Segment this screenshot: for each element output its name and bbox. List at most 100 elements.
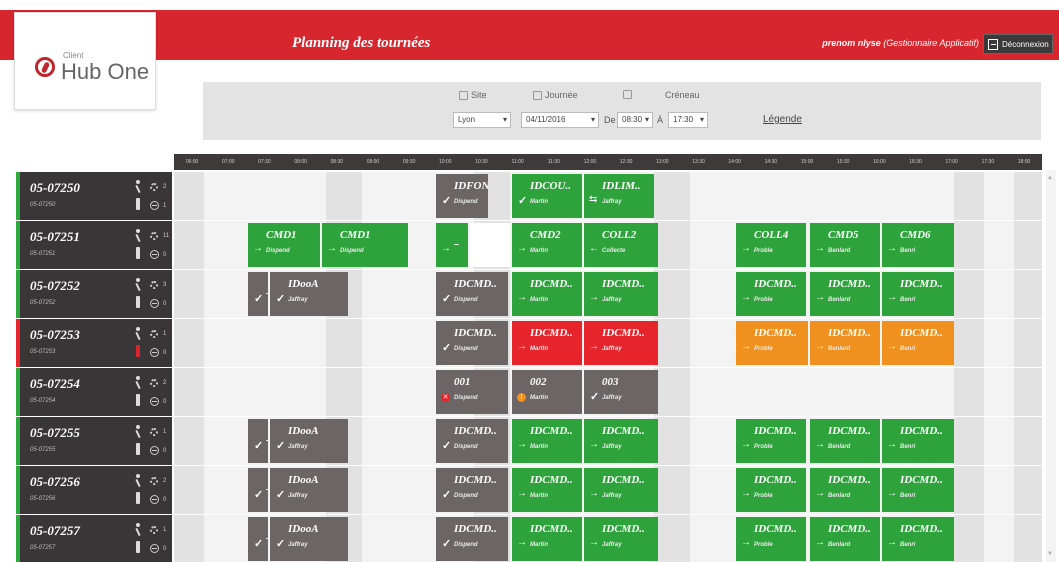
timeline-track: ✓–✓IDooAJaffray ✓IDCMD..Dispend→IDCMD..Ma… <box>174 466 1042 514</box>
delivery-task[interactable]: ← COLL2 Collecte <box>584 223 658 267</box>
scroll-up-icon[interactable]: ▲ <box>1047 175 1053 181</box>
delivery-task[interactable]: → IDCMD.. Martin <box>512 468 582 512</box>
arrow-right-icon: → <box>589 537 599 548</box>
task-owner: Jaffray <box>288 297 308 303</box>
vehicle-subtitle: 05-07251 <box>30 251 56 257</box>
delivery-task[interactable]: → IDCMD.. Benlard <box>810 321 880 365</box>
arrow-right-icon: → <box>887 488 897 499</box>
hour-band <box>1014 515 1042 562</box>
delivery-task[interactable]: ✓– <box>248 419 268 463</box>
delivery-task[interactable]: → IDCMD.. Jaffray <box>584 419 658 463</box>
delivery-task[interactable]: ✓ IDooA Jaffray <box>270 272 348 316</box>
timeline-slot: 11:30 <box>547 159 560 165</box>
delivery-task[interactable]: ✓ IDCMD.. Dispend <box>436 419 508 463</box>
delivery-task[interactable]: → COLL4 Proble <box>736 223 806 267</box>
vertical-scrollbar[interactable]: ▲ ▼ <box>1046 170 1056 562</box>
delivery-task[interactable]: ✓IDFON.. Dispend <box>436 174 488 218</box>
hour-band <box>1014 319 1042 367</box>
date-select[interactable]: 04/11/2016 <box>521 112 599 128</box>
delivery-task[interactable]: → IDCMD.. Martin <box>512 419 582 463</box>
delivery-task[interactable]: ✓ 003 Jaffray <box>584 370 658 414</box>
delivery-task[interactable]: → IDCMD.. Benri <box>882 468 954 512</box>
timeline-slot: 12:30 <box>619 159 633 165</box>
delivery-task[interactable]: → IDCMD.. Jaffray <box>584 272 658 316</box>
to-time-select[interactable]: 17:30 <box>668 112 708 128</box>
delivery-task[interactable]: → CMD2 Martin <box>512 223 582 267</box>
delivery-task[interactable]: ✓ IDooA Jaffray <box>270 419 348 463</box>
delivery-task[interactable]: → IDCMD.. Benri <box>882 272 954 316</box>
hour-band <box>954 221 984 269</box>
delivery-task[interactable]: ⇆ IDLIM.. Jaffray <box>584 174 654 218</box>
delivery-task[interactable]: → – <box>436 223 468 267</box>
delivery-task[interactable]: → CMD1 Dispend <box>248 223 320 267</box>
vehicle-card[interactable]: 05-07255 05-07255 1 0 <box>16 417 172 465</box>
delivery-task[interactable]: → CMD1 Dispend <box>322 223 408 267</box>
calendar-grid-icon <box>623 90 632 99</box>
task-owner: Jaffray <box>602 395 622 401</box>
vehicle-card[interactable]: 05-07251 05-07251 11 0 <box>16 221 172 269</box>
task-name: CMD1 <box>266 229 297 241</box>
vehicle-card[interactable]: 05-07254 05-07254 2 0 <box>16 368 172 416</box>
filter-controls: Lyon 04/11/2016 De 08:30 À 17:30 Légende <box>203 112 1041 130</box>
delivery-task[interactable]: → IDCMD.. Proble <box>736 321 808 365</box>
delivery-task[interactable]: ✓– <box>248 468 268 512</box>
delivery-task[interactable]: → IDCMD.. Benlard <box>810 272 880 316</box>
vehicle-card[interactable]: 05-07256 05-07256 2 0 <box>16 466 172 514</box>
delivery-task[interactable]: ✓ IDooA Jaffray <box>270 468 348 512</box>
vehicle-card[interactable]: 05-07257 05-07257 1 0 <box>16 515 172 562</box>
delivery-task[interactable]: → IDCMD.. Benlard <box>810 468 880 512</box>
delivery-task[interactable]: ✓ IDCMD.. Dispend <box>436 272 508 316</box>
delivery-task[interactable]: ! 002 Martin <box>512 370 582 414</box>
vehicle-card[interactable]: 05-07252 05-07252 3 0 <box>16 270 172 318</box>
scroll-down-icon[interactable]: ▼ <box>1047 551 1053 557</box>
delivery-task[interactable]: → IDCMD.. Proble <box>736 419 806 463</box>
timeline-track: ✓–✓IDooAJaffray ✓IDCMD..Dispend→IDCMD..Ma… <box>174 417 1042 465</box>
delivery-task[interactable]: → IDCMD.. Proble <box>736 468 806 512</box>
incident-count: 0 <box>163 350 167 356</box>
delivery-task[interactable]: ✓ IDCMD.. Dispend <box>436 321 508 365</box>
delivery-task[interactable]: → IDCMD.. Proble <box>736 272 806 316</box>
delivery-task[interactable]: → IDCMD.. Martin <box>512 517 582 561</box>
delivery-task[interactable]: → IDCMD.. Jaffray <box>584 321 658 365</box>
arrow-right-icon: → <box>815 341 825 352</box>
vehicle-icons: 20 <box>128 375 172 411</box>
delivery-task[interactable]: ✓ IDCMD.. Dispend <box>436 468 508 512</box>
vehicle-subtitle: 05-07257 <box>30 545 56 551</box>
incident-count: 0 <box>163 301 167 307</box>
delivery-task[interactable]: ✓– <box>248 517 268 561</box>
site-select[interactable]: Lyon <box>453 112 511 128</box>
delivery-task[interactable]: → CMD5 Benlard <box>810 223 880 267</box>
hubone-logo-icon <box>35 57 55 77</box>
logout-button[interactable]: Déconnexion <box>983 34 1053 54</box>
delivery-task[interactable]: → IDCMD.. Benri <box>882 517 954 561</box>
hour-band <box>174 466 204 514</box>
task-owner: Dispend <box>454 199 478 205</box>
vehicle-card[interactable]: 05-07250 05-07250 2 1 <box>16 172 172 220</box>
delivery-task[interactable]: ✓ IDCOU.. Martin <box>512 174 582 218</box>
logo[interactable]: Client Hub One <box>14 12 156 110</box>
delivery-task[interactable]: → IDCMD.. Benlard <box>810 419 880 463</box>
delivery-task[interactable]: → IDCMD.. Benri <box>882 321 954 365</box>
legend-link[interactable]: Légende <box>763 114 802 125</box>
delivery-task[interactable]: → IDCMD.. Proble <box>736 517 806 561</box>
delivery-task[interactable]: ✓– <box>248 272 268 316</box>
delivery-task[interactable]: → IDCMD.. Jaffray <box>584 517 658 561</box>
hour-band <box>654 368 690 416</box>
delivery-task[interactable]: → IDCMD.. Benri <box>882 419 954 463</box>
delivery-task[interactable]: ✓ IDCMD.. Dispend <box>436 517 508 561</box>
vehicle-card[interactable]: 05-07253 05-07253 1 0 <box>16 319 172 367</box>
delivery-task[interactable]: ✓ IDooA Jaffray <box>270 517 348 561</box>
arrow-right-icon: → <box>589 292 599 303</box>
delivery-task[interactable]: → IDCMD.. Benlard <box>810 517 880 561</box>
delivery-task[interactable]: → CMD6 Benri <box>882 223 954 267</box>
delivery-task[interactable]: → IDCMD.. Martin <box>512 272 582 316</box>
delivery-task[interactable]: → IDCMD.. Jaffray <box>584 468 658 512</box>
task-name: IDCMD.. <box>454 278 497 290</box>
delivery-task[interactable]: → IDCMD.. Martin <box>512 321 582 365</box>
delivery-task[interactable]: ✕ 001 Dispend <box>436 370 508 414</box>
pending-dash: – <box>266 288 268 298</box>
arrow-right-icon: → <box>517 439 527 450</box>
hour-band <box>954 515 984 562</box>
from-time-select[interactable]: 08:30 <box>617 112 653 128</box>
vehicle-row: 05-07254 05-07254 2 0 ✕ 001 Dispend! 002 Martin ✓… <box>16 368 1042 416</box>
